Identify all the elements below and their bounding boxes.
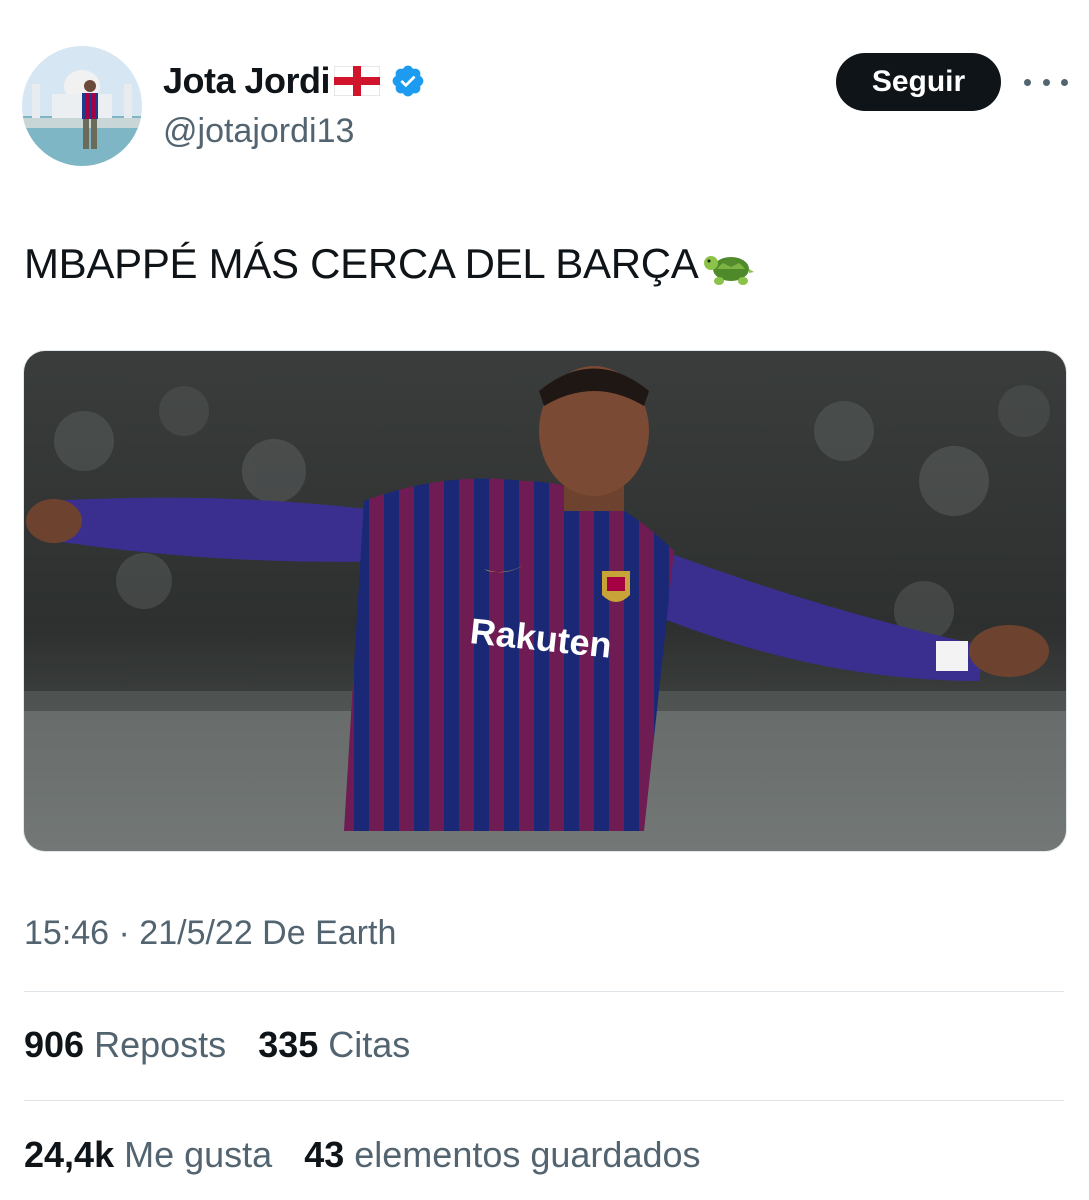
reposts-stat[interactable]: 906 Reposts xyxy=(24,1024,226,1065)
tweet-media-photo[interactable]: Rakuten xyxy=(23,350,1067,852)
author-name[interactable]: Jota Jordi xyxy=(163,60,331,102)
more-dot xyxy=(1061,78,1068,86)
divider xyxy=(24,991,1064,992)
likes-stat[interactable]: 24,4k Me gusta xyxy=(24,1134,272,1175)
tweet-timestamp[interactable]: 15:46 · 21/5/22 De Earth xyxy=(24,914,396,953)
follow-button[interactable]: Seguir xyxy=(836,53,1001,111)
author-name-row[interactable]: Jota Jordi xyxy=(163,58,426,104)
tweet-text-row: MBAPPÉ MÁS CERCA DEL BARÇA xyxy=(24,240,755,288)
quotes-label: Citas xyxy=(328,1024,411,1065)
avatar-photo xyxy=(22,46,142,166)
england-flag-icon xyxy=(334,66,381,96)
bookmarks-label: elementos guardados xyxy=(354,1134,701,1175)
turtle-emoji-icon xyxy=(703,256,754,285)
reposts-label: Reposts xyxy=(94,1024,227,1065)
quotes-stat[interactable]: 335 Citas xyxy=(258,1024,410,1065)
likes-count: 24,4k xyxy=(24,1134,115,1175)
stats-row-likes: 24,4k Me gusta 43 elementos guardados xyxy=(24,1134,723,1176)
divider xyxy=(24,1100,1064,1101)
more-dot xyxy=(1024,78,1031,86)
bookmarks-stat[interactable]: 43 elementos guardados xyxy=(304,1134,700,1175)
more-dot xyxy=(1042,78,1050,86)
reposts-count: 906 xyxy=(24,1024,85,1065)
quotes-count: 335 xyxy=(258,1024,319,1065)
author-handle[interactable]: @jotajordi13 xyxy=(163,112,354,151)
avatar[interactable] xyxy=(22,46,142,166)
verified-badge-icon xyxy=(392,65,424,97)
tweet-text: MBAPPÉ MÁS CERCA DEL BARÇA xyxy=(24,240,699,287)
likes-label: Me gusta xyxy=(124,1134,273,1175)
tweet-header: Jota Jordi @jotajordi13 Seguir xyxy=(0,0,1089,180)
more-options-icon[interactable] xyxy=(1024,62,1068,102)
player-photo: Rakuten xyxy=(24,351,1066,851)
stats-row-engagement: 906 Reposts 335 Citas xyxy=(24,1024,432,1066)
bookmarks-count: 43 xyxy=(304,1134,345,1175)
